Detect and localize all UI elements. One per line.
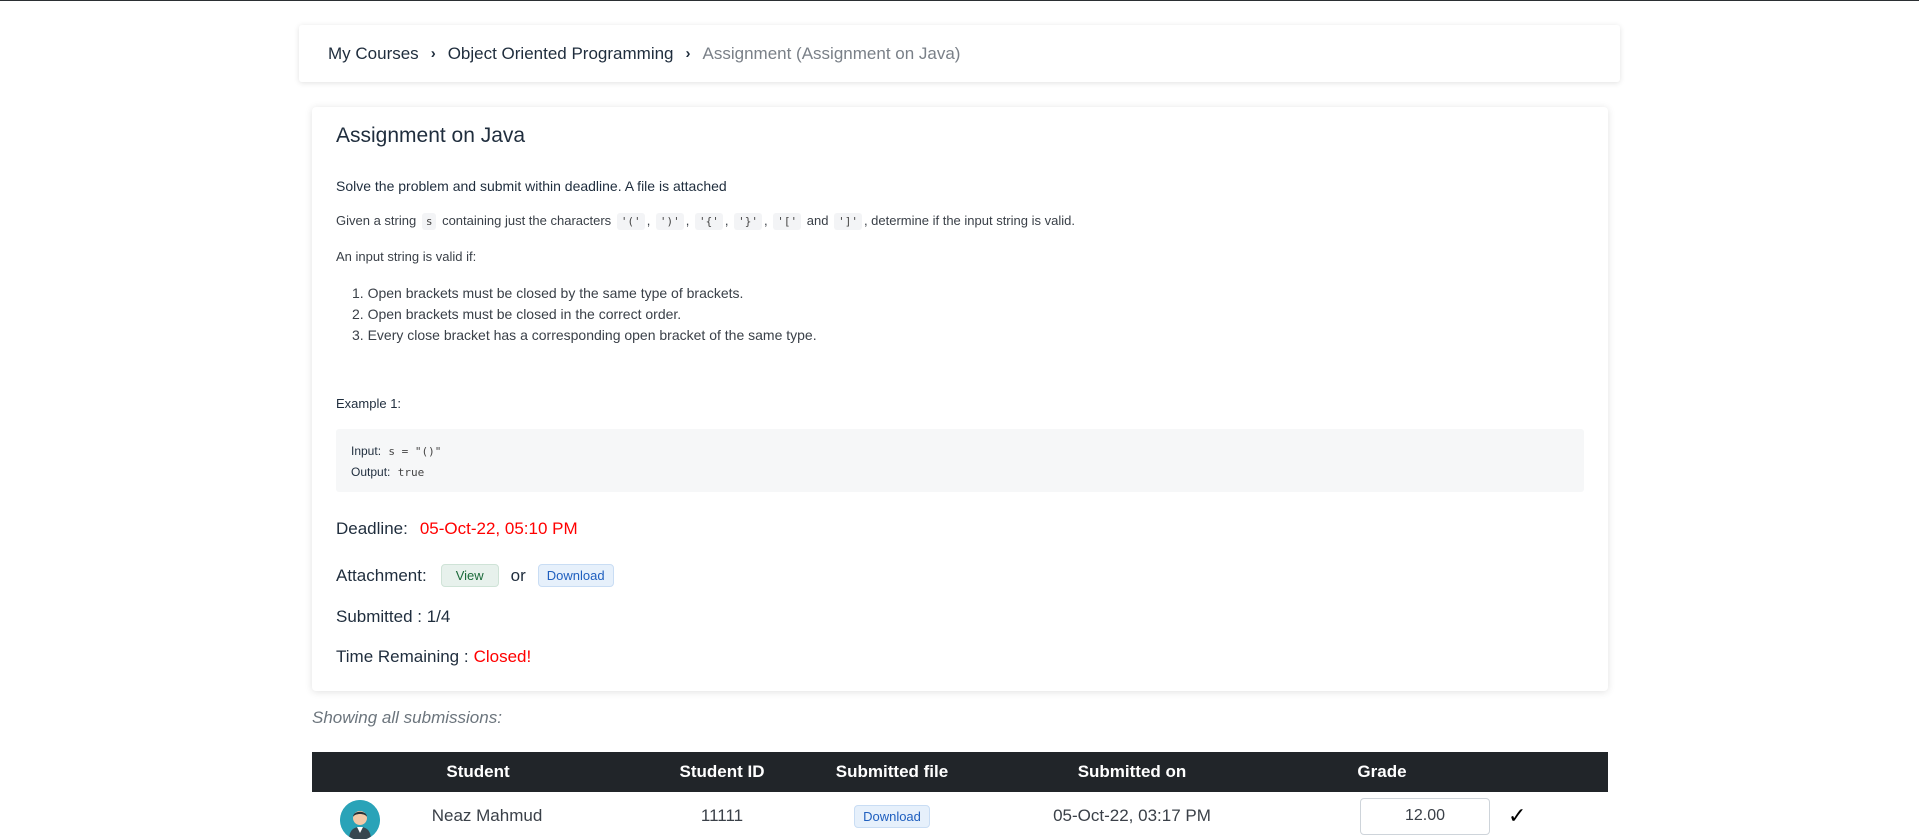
assignment-title: Assignment on Java xyxy=(336,124,526,147)
column-header-submitted-file: Submitted file xyxy=(835,762,949,781)
view-button[interactable]: View xyxy=(440,564,499,587)
code-char: '(' xyxy=(616,213,645,230)
file-download-button[interactable]: Download xyxy=(854,804,930,828)
list-item: 1. Open brackets must be closed by the s… xyxy=(352,285,744,301)
example-input-value: s = "()" xyxy=(388,445,442,458)
desc-text: , determine if the input string is valid… xyxy=(863,213,1075,228)
chevron-right-icon: › xyxy=(685,45,691,62)
time-remaining-label: Time Remaining : xyxy=(336,647,469,666)
deadline-row: Deadline: 05-Oct-22, 05:10 PM xyxy=(336,519,578,539)
time-remaining-value: Closed! xyxy=(473,647,532,666)
attachment-row: Attachment: View or Download xyxy=(336,564,614,587)
list-item: 2. Open brackets must be closed in the c… xyxy=(352,306,682,322)
example-box: Input: s = "()" Output: true xyxy=(336,429,1584,492)
submitted-file-cell: Download xyxy=(802,792,982,839)
check-icon[interactable]: ✓ xyxy=(1508,803,1526,829)
chevron-right-icon: › xyxy=(430,45,436,62)
submitted-on: 05-Oct-22, 03:17 PM xyxy=(1053,806,1211,825)
download-button[interactable]: Download xyxy=(537,564,614,587)
example-input-label: Input: xyxy=(351,444,382,458)
time-remaining-row: Time Remaining : Closed! xyxy=(336,647,531,667)
breadcrumb-course[interactable]: Object Oriented Programming xyxy=(448,44,674,64)
column-header-grade: Grade xyxy=(1357,762,1407,781)
deadline-value: 05-Oct-22, 05:10 PM xyxy=(419,519,578,538)
problem-description: Given a string s containing just the cha… xyxy=(336,213,1075,230)
column-header-submitted-on: Submitted on xyxy=(1077,762,1187,781)
student-name: Neaz Mahmud xyxy=(431,806,543,825)
grade-input[interactable] xyxy=(1360,797,1490,835)
grade-cell: ✓ xyxy=(1360,792,1560,839)
desc-text: containing just the characters xyxy=(442,213,612,228)
table-row: Neaz Mahmud 11111 Download 05-Oct-22, 03… xyxy=(312,792,1608,839)
column-header-student: Student xyxy=(446,762,510,781)
code-var: s xyxy=(421,213,437,230)
attachment-label: Attachment: xyxy=(336,565,427,585)
example-label: Example 1: xyxy=(336,396,402,411)
valid-if-text: An input string is valid if: xyxy=(336,249,477,264)
breadcrumb-my-courses[interactable]: My Courses xyxy=(328,44,419,64)
breadcrumb: My Courses › Object Oriented Programming… xyxy=(299,25,1620,82)
avatar xyxy=(340,800,380,839)
code-char: ']' xyxy=(834,213,862,230)
desc-text: Given a string xyxy=(336,213,417,228)
or-text: or xyxy=(510,565,526,585)
table-header: Student Student ID Submitted file Submit… xyxy=(312,752,1608,792)
deadline-label: Deadline: xyxy=(336,519,408,538)
student-id: 11111 xyxy=(700,806,744,825)
example-output-label: Output: xyxy=(351,465,391,479)
breadcrumb-current: Assignment (Assignment on Java) xyxy=(702,43,961,63)
code-char: '}' xyxy=(734,213,763,230)
example-output-value: true xyxy=(397,466,425,479)
assignment-card: Assignment on Java Solve the problem and… xyxy=(312,107,1608,691)
desc-text: and xyxy=(806,213,829,228)
submissions-heading: Showing all submissions: xyxy=(312,708,502,727)
rules-list: 1. Open brackets must be closed by the s… xyxy=(352,283,817,346)
assignment-subtitle: Solve the problem and submit within dead… xyxy=(336,178,727,194)
list-item: 3. Every close bracket has a correspondi… xyxy=(352,327,817,343)
column-header-student-id: Student ID xyxy=(679,762,765,781)
code-char: '[' xyxy=(773,213,802,230)
code-char: '{' xyxy=(695,213,723,230)
submitted-count: Submitted : 1/4 xyxy=(336,607,451,626)
code-char: ')' xyxy=(655,213,684,230)
avatar-icon xyxy=(340,800,380,839)
